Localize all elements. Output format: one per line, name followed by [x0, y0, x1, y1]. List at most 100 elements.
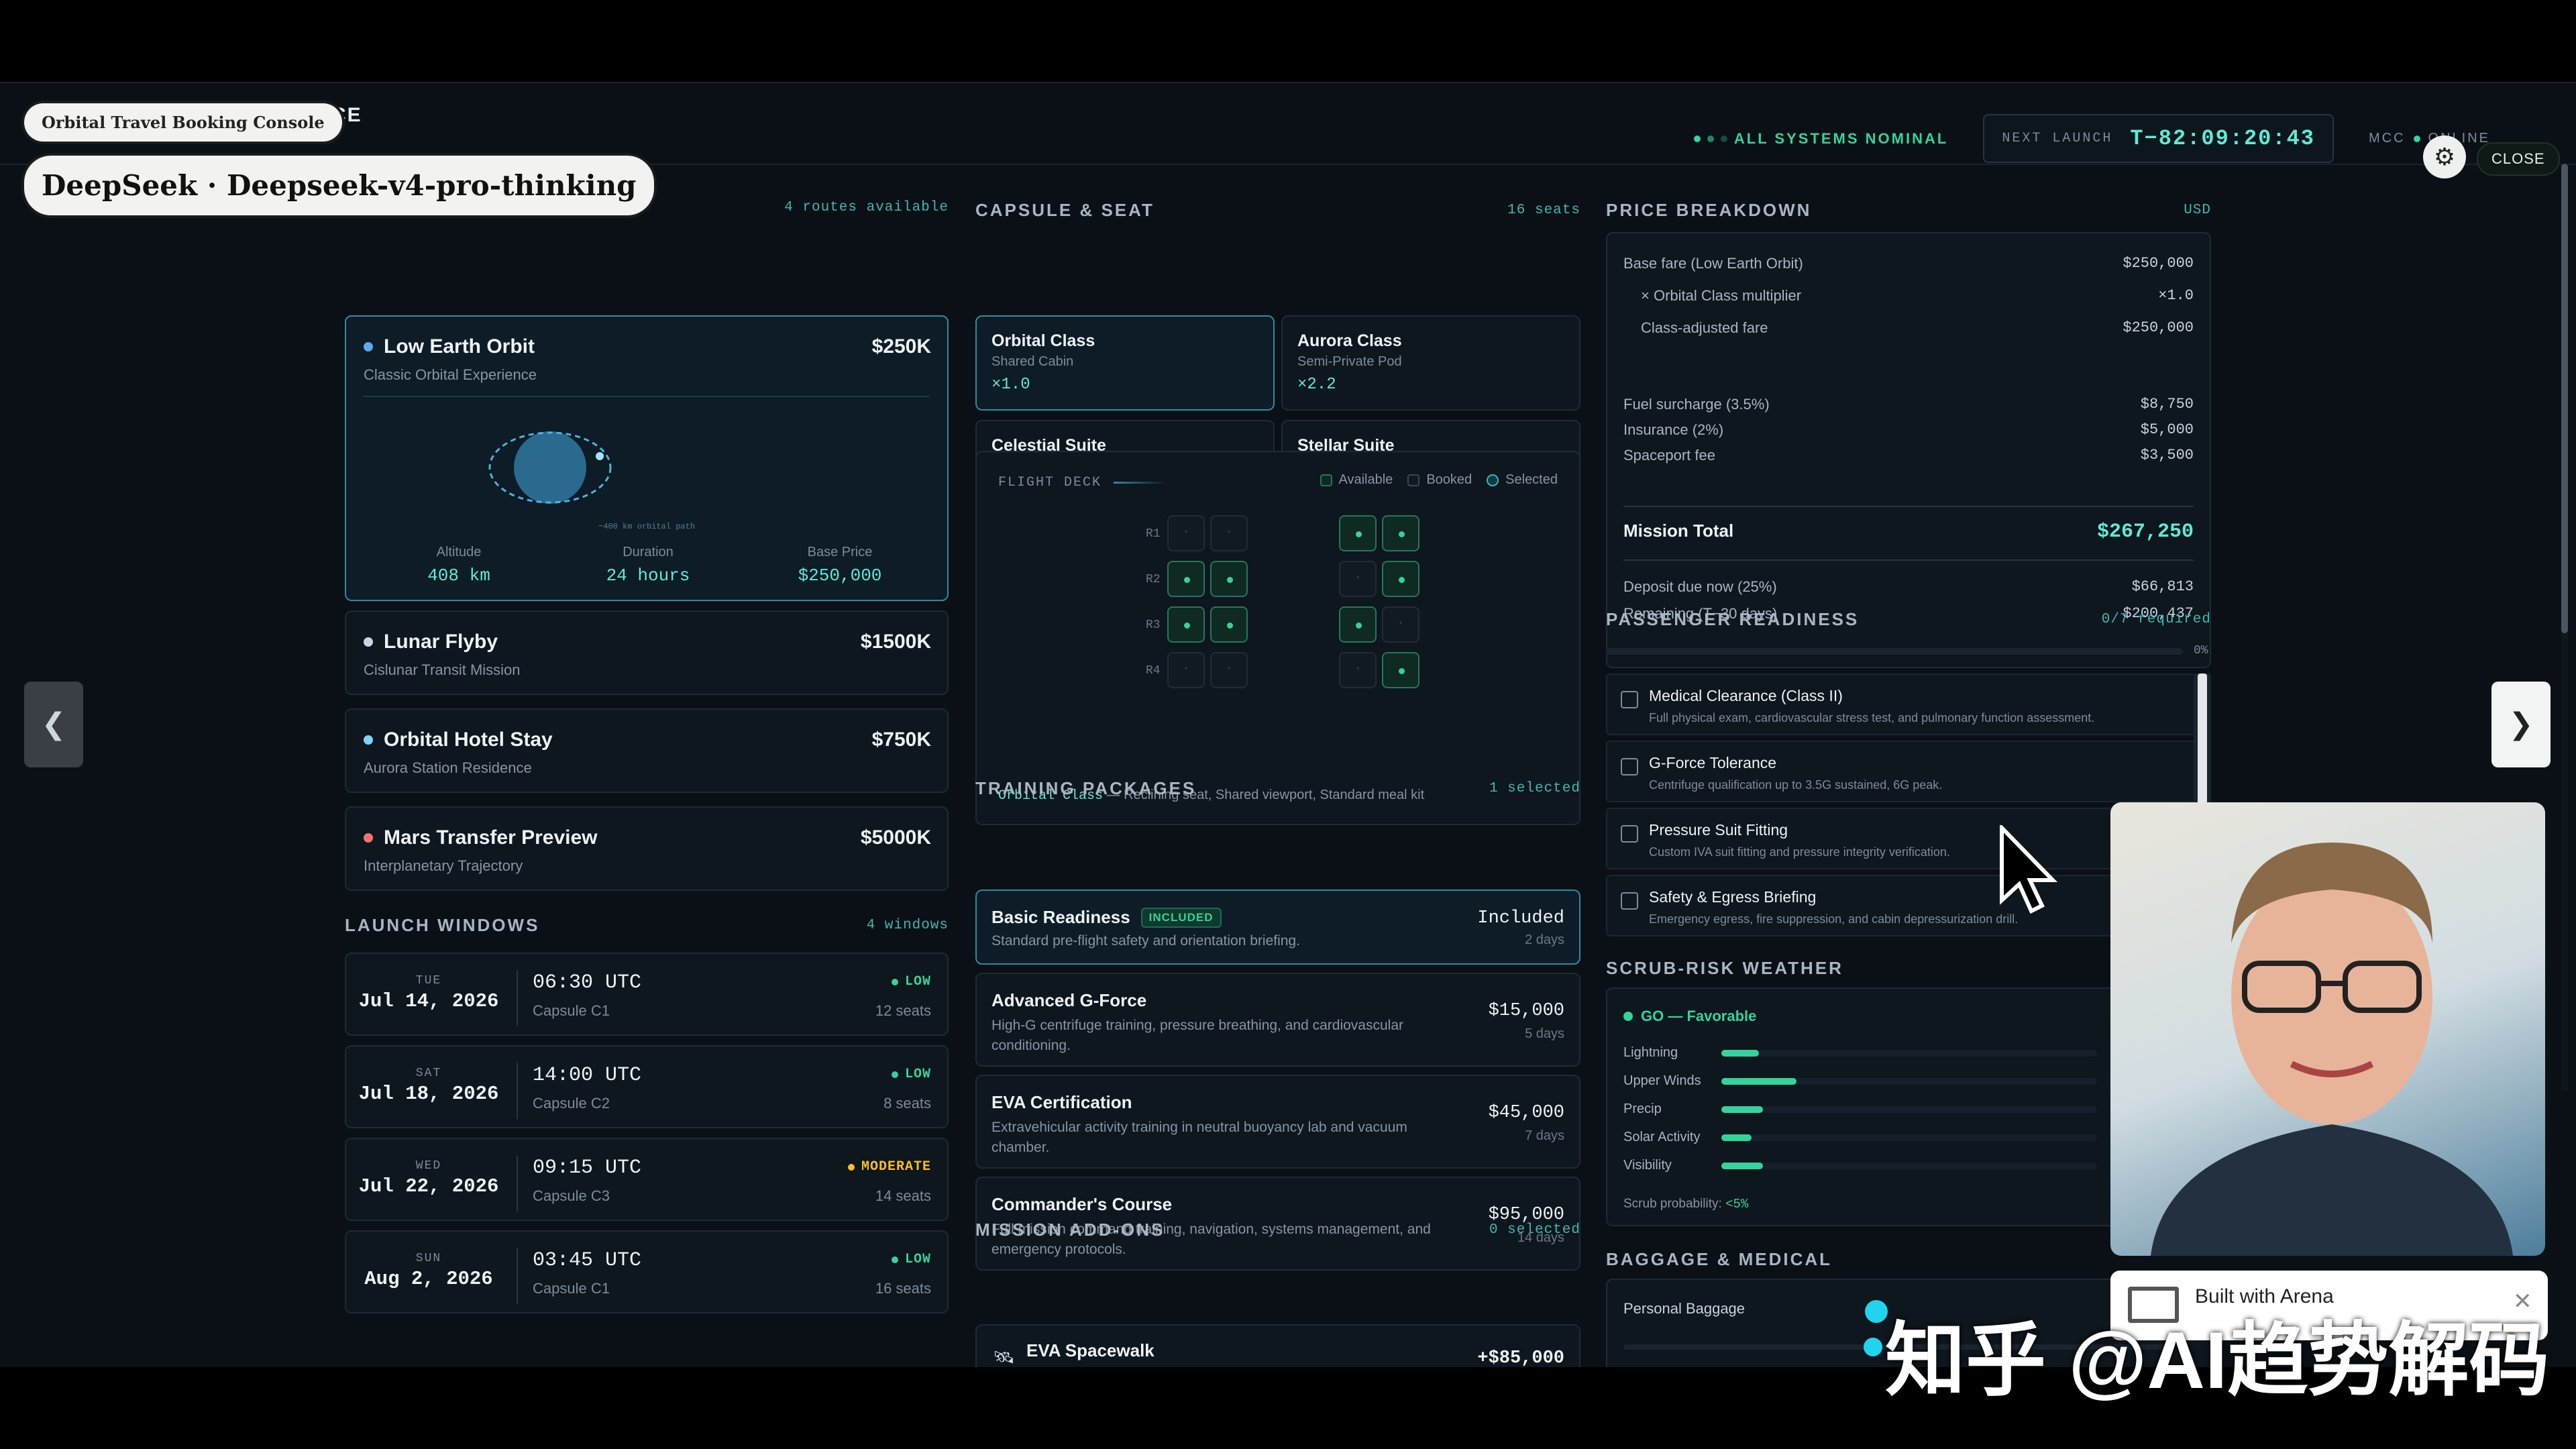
launch-day: SUN Aug 2, 2026: [346, 1252, 511, 1290]
price-label: Base fare (Low Earth Orbit): [1623, 255, 1803, 272]
route-price: $1500K: [860, 631, 931, 653]
weather-bar-fill: [1721, 1049, 1759, 1057]
page-scrollbar[interactable]: [2561, 164, 2568, 1089]
addons-header: MISSION ADD-ONS 0 selected: [975, 1220, 1580, 1240]
seat-button[interactable]: [1210, 606, 1248, 643]
baggage-slider-handle[interactable]: [1864, 1338, 1882, 1356]
readiness-item[interactable]: Pressure Suit Fitting Custom IVA suit fit…: [1606, 808, 2196, 869]
price-breakdown: Base fare (Low Earth Orbit) $250,000 × Orb…: [1606, 232, 2211, 668]
training-duration: 2 days: [1525, 932, 1564, 947]
launch-date: Jul 22, 2026: [358, 1175, 499, 1197]
weather-label: Visibility: [1623, 1158, 1672, 1173]
price-row: × Orbital Class multiplier ×1.0: [1623, 287, 2194, 305]
checkbox[interactable]: [1621, 691, 1638, 708]
risk-label: LOW: [904, 1067, 931, 1082]
launch-date: Jul 18, 2026: [358, 1083, 499, 1105]
class-name: Aurora Class: [1297, 331, 1402, 350]
close-button[interactable]: CLOSE: [2477, 142, 2560, 176]
training-name-text: EVA Certification: [991, 1092, 1132, 1112]
launch-time: 03:45 UTC: [533, 1249, 642, 1272]
training-package[interactable]: Advanced G-Force High-G centrifuge traini…: [975, 973, 1580, 1067]
addon-card[interactable]: 🛰EVA SpacewalkGuided extravehicular excu…: [975, 1324, 1580, 1367]
next-nav-button[interactable]: ❯: [2491, 682, 2551, 767]
launch-window-card[interactable]: SUN Aug 2, 2026 03:45 UTC Capsule C1 LOW 16 s…: [345, 1230, 949, 1313]
launch-window-card[interactable]: SAT Jul 18, 2026 14:00 UTC Capsule C2 LOW 8 s…: [345, 1045, 949, 1128]
weather-bar-fill: [1721, 1077, 1796, 1085]
launch-window-card[interactable]: WED Jul 22, 2026 09:15 UTC Capsule C3 MODERA…: [345, 1138, 949, 1221]
seat-button[interactable]: [1339, 515, 1377, 551]
launch-day: WED Jul 22, 2026: [346, 1159, 511, 1197]
training-price: $15,000: [1488, 1001, 1564, 1021]
price-label: × Orbital Class multiplier: [1641, 287, 1802, 304]
launch-time: 09:15 UTC: [533, 1157, 642, 1179]
launch-dow: SAT: [415, 1067, 442, 1080]
stat-value: 408 km: [427, 566, 490, 586]
training-package[interactable]: EVA Certification Extravehicular activity…: [975, 1075, 1580, 1169]
route-stat: Base Price $250,000: [766, 545, 914, 586]
seat-button[interactable]: [1210, 561, 1248, 597]
readiness-item[interactable]: Safety & Egress Briefing Emergency egress…: [1606, 875, 2196, 936]
launch-dow: TUE: [415, 974, 442, 987]
launch-day: TUE Jul 14, 2026: [346, 974, 511, 1012]
seat-button[interactable]: [1167, 606, 1205, 643]
launch-time: 14:00 UTC: [533, 1064, 642, 1087]
route-card[interactable]: Orbital Hotel Stay Aurora Station Residen…: [345, 708, 949, 793]
stat-value: 24 hours: [606, 566, 690, 586]
risk-dot: [847, 1163, 855, 1171]
seat-button[interactable]: [1167, 561, 1205, 597]
training-name-text: Advanced G-Force: [991, 990, 1147, 1010]
launch-capsule: Capsule C1: [533, 1002, 610, 1019]
route-dot: [364, 342, 373, 352]
class-option[interactable]: Orbital Class Shared Cabin ×1.0: [975, 315, 1275, 411]
route-name: Lunar Flyby: [364, 631, 498, 653]
launch-window-card[interactable]: TUE Jul 14, 2026 06:30 UTC Capsule C1 LOW 12 …: [345, 953, 949, 1036]
watermark: 知乎 @AI趋势解码: [1885, 1316, 2550, 1405]
deposit-row: Deposit due now (25%) $66,813: [1623, 578, 2194, 595]
weather-status: GO — Favorable: [1623, 1008, 1756, 1025]
stat-value: $250,000: [798, 566, 882, 586]
presenter-video: [2110, 802, 2545, 1256]
risk-badge: LOW: [891, 1067, 931, 1082]
training-package[interactable]: Basic Readiness INCLUDED Standard pre-flig…: [975, 890, 1580, 965]
price-value: $8,750: [2140, 396, 2194, 413]
training-name: Commander's Course: [991, 1194, 1172, 1215]
route-name-text: Lunar Flyby: [384, 631, 498, 653]
seats-available: 16 seats: [875, 1280, 931, 1297]
readiness-item[interactable]: Medical Clearance (Class II) Full physica…: [1606, 674, 2196, 735]
route-price: $5000K: [860, 826, 931, 849]
weather-bar: [1721, 1106, 2097, 1113]
personal-baggage-label: Personal Baggage: [1623, 1300, 1746, 1317]
route-card[interactable]: Low Earth Orbit Classic Orbital Experienc…: [345, 315, 949, 601]
route-card[interactable]: Mars Transfer Preview Interplanetary Traj…: [345, 806, 949, 891]
readiness-title: Medical Clearance (Class II): [1649, 687, 1843, 704]
readiness-percent: 0%: [2194, 644, 2208, 657]
readiness-description: Emergency egress, fire suppression, and …: [1649, 912, 2019, 926]
readiness-item[interactable]: G-Force Tolerance Centrifuge qualificatio…: [1606, 741, 2196, 802]
weather-bar-fill: [1721, 1162, 1763, 1169]
price-value: $5,000: [2140, 421, 2194, 438]
seat-row-label: R4: [1146, 664, 1161, 678]
route-card[interactable]: Lunar Flyby Cislunar Transit Mission $1500…: [345, 610, 949, 695]
seat-button[interactable]: [1339, 606, 1377, 643]
checkbox[interactable]: [1621, 825, 1638, 843]
seat-button[interactable]: [1382, 515, 1419, 551]
included-badge: INCLUDED: [1140, 907, 1222, 928]
seat-button[interactable]: [1382, 652, 1419, 688]
training-name-text: Basic Readiness: [991, 907, 1130, 927]
weather-bar: [1721, 1134, 2097, 1141]
class-option[interactable]: Aurora Class Semi-Private Pod ×2.2: [1281, 315, 1580, 411]
checkbox[interactable]: [1621, 892, 1638, 910]
system-status: ALL SYSTEMS NOMINAL: [1693, 130, 1948, 148]
route-price: $250K: [871, 335, 931, 358]
price-header: PRICE BREAKDOWN USD: [1606, 200, 2211, 220]
prev-nav-button[interactable]: ❮: [24, 682, 83, 767]
seats-available: 12 seats: [875, 1002, 931, 1019]
risk-badge: LOW: [891, 1252, 931, 1267]
weather-row: Visibility: [1623, 1158, 2097, 1173]
route-stat: Duration 24 hours: [574, 545, 722, 586]
risk-dot: [891, 1071, 898, 1078]
gear-icon[interactable]: ⚙: [2423, 136, 2466, 178]
checkbox[interactable]: [1621, 758, 1638, 775]
route-name: Mars Transfer Preview: [364, 826, 598, 849]
seat-button[interactable]: [1382, 561, 1419, 597]
